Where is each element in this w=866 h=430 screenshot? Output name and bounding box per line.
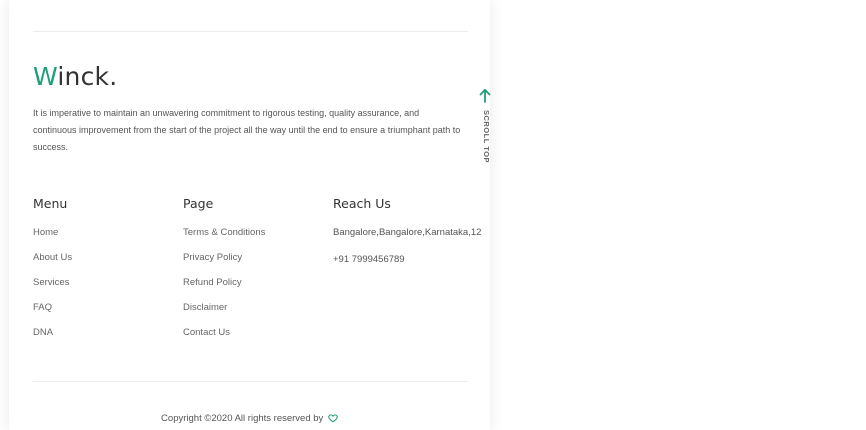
page-link-contact[interactable]: Contact Us (183, 327, 265, 352)
heart-icon (328, 413, 338, 426)
menu-link-about-us[interactable]: About Us (33, 252, 72, 277)
menu-link-faq[interactable]: FAQ (33, 302, 72, 327)
copyright-text: Copyright ©2020 All rights reserved by (161, 413, 324, 424)
page-link-disclaimer[interactable]: Disclaimer (183, 302, 265, 327)
footer-panel: Winck. It is imperative to maintain an u… (9, 0, 492, 430)
page-column: Page Terms & Conditions Privacy Policy R… (183, 196, 265, 352)
page-link-privacy[interactable]: Privacy Policy (183, 252, 265, 277)
logo-initial: W (33, 62, 58, 91)
scroll-top-button[interactable]: SCROLL TOP (478, 88, 492, 168)
page-heading: Page (183, 196, 214, 211)
copyright: Copyright ©2020 All rights reserved by (9, 413, 490, 426)
page-link-terms[interactable]: Terms & Conditions (183, 227, 265, 252)
menu-column: Menu Home About Us Services FAQ DNA (33, 196, 72, 352)
menu-heading: Menu (33, 196, 68, 211)
menu-link-dna[interactable]: DNA (33, 327, 72, 352)
divider-top (33, 31, 468, 32)
address-text: Bangalore,Bangalore,Karnataka,12 (333, 227, 482, 238)
menu-link-services[interactable]: Services (33, 277, 72, 302)
page-link-refund[interactable]: Refund Policy (183, 277, 265, 302)
arrow-up-icon (479, 88, 491, 108)
brand-logo[interactable]: Winck. (33, 62, 117, 91)
logo-text: inck. (57, 62, 118, 91)
reach-us-heading: Reach Us (333, 196, 391, 211)
menu-link-home[interactable]: Home (33, 227, 72, 252)
divider-bottom (33, 381, 468, 382)
footer-description: It is imperative to maintain an unwaveri… (33, 108, 461, 152)
reach-us-column: Reach Us Bangalore,Bangalore,Karnataka,1… (333, 196, 481, 281)
phone-link[interactable]: +91 7999456789 (333, 254, 481, 281)
scroll-top-label: SCROLL TOP (482, 110, 491, 164)
